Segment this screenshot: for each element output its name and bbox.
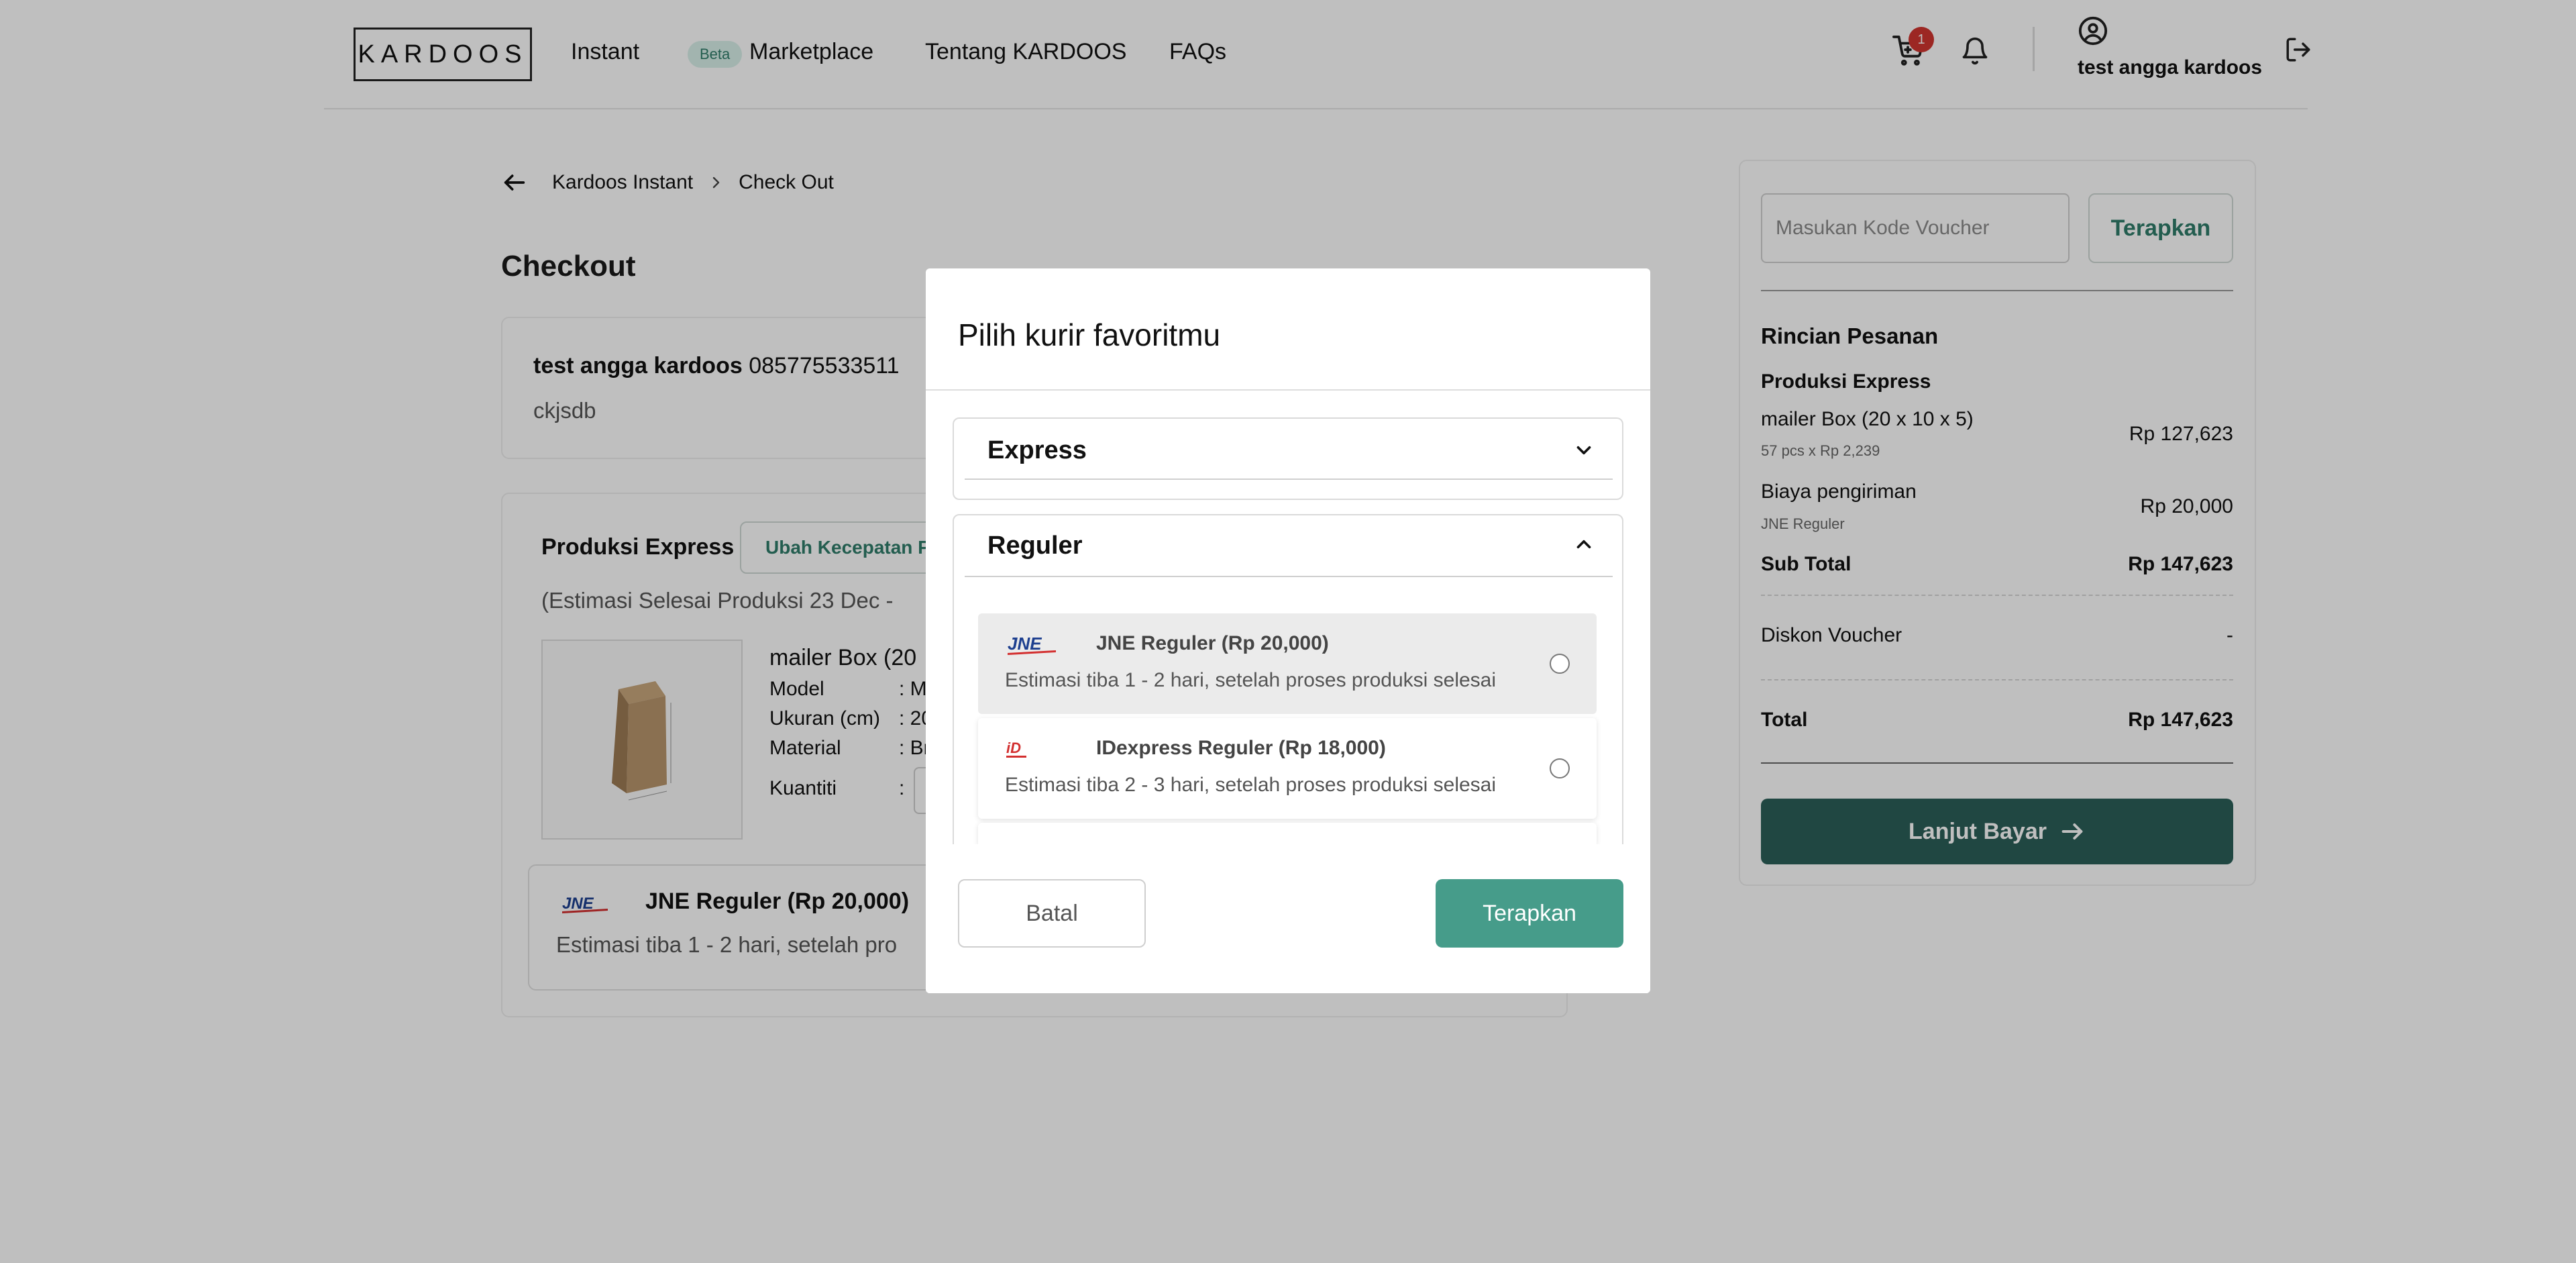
courier-modal: Pilih kurir favoritmu Express Reguler JN… [926,268,1650,993]
courier-option-idexpress-estimate: Estimasi tiba 2 - 3 hari, setelah proses… [1005,774,1497,796]
svg-text:JNE: JNE [1008,634,1042,654]
modal-title: Pilih kurir favoritmu [958,317,1221,352]
courier-option-idexpress-radio[interactable] [1550,758,1570,778]
chevron-down-icon[interactable] [1572,439,1595,465]
accordion-reguler-title[interactable]: Reguler [987,532,1082,560]
accordion-express[interactable]: Express [953,417,1623,500]
courier-option-idexpress[interactable]: iD IDexpress Reguler (Rp 18,000) Estimas… [978,718,1597,819]
courier-option-jne-radio[interactable] [1550,654,1570,674]
chevron-up-icon[interactable] [1572,533,1595,559]
modal-title-divider [926,389,1650,391]
courier-option-jne[interactable]: JNE JNE Reguler (Rp 20,000) Estimasi tib… [978,613,1597,714]
courier-option-jne-name: JNE Reguler (Rp 20,000) [1096,632,1329,654]
idexpress-logo-icon: iD [1005,736,1032,766]
accordion-express-title: Express [987,436,1087,464]
courier-option-partial[interactable] [978,823,1597,844]
svg-text:iD: iD [1006,740,1021,756]
courier-option-idexpress-name: IDexpress Reguler (Rp 18,000) [1096,737,1386,759]
accordion-express-divider [965,478,1613,480]
courier-option-jne-estimate: Estimasi tiba 1 - 2 hari, setelah proses… [1005,669,1497,691]
jne-logo-icon: JNE [1005,632,1059,662]
apply-courier-button[interactable]: Terapkan [1436,879,1623,948]
cancel-button[interactable]: Batal [958,879,1146,948]
accordion-reguler-divider [965,576,1613,577]
